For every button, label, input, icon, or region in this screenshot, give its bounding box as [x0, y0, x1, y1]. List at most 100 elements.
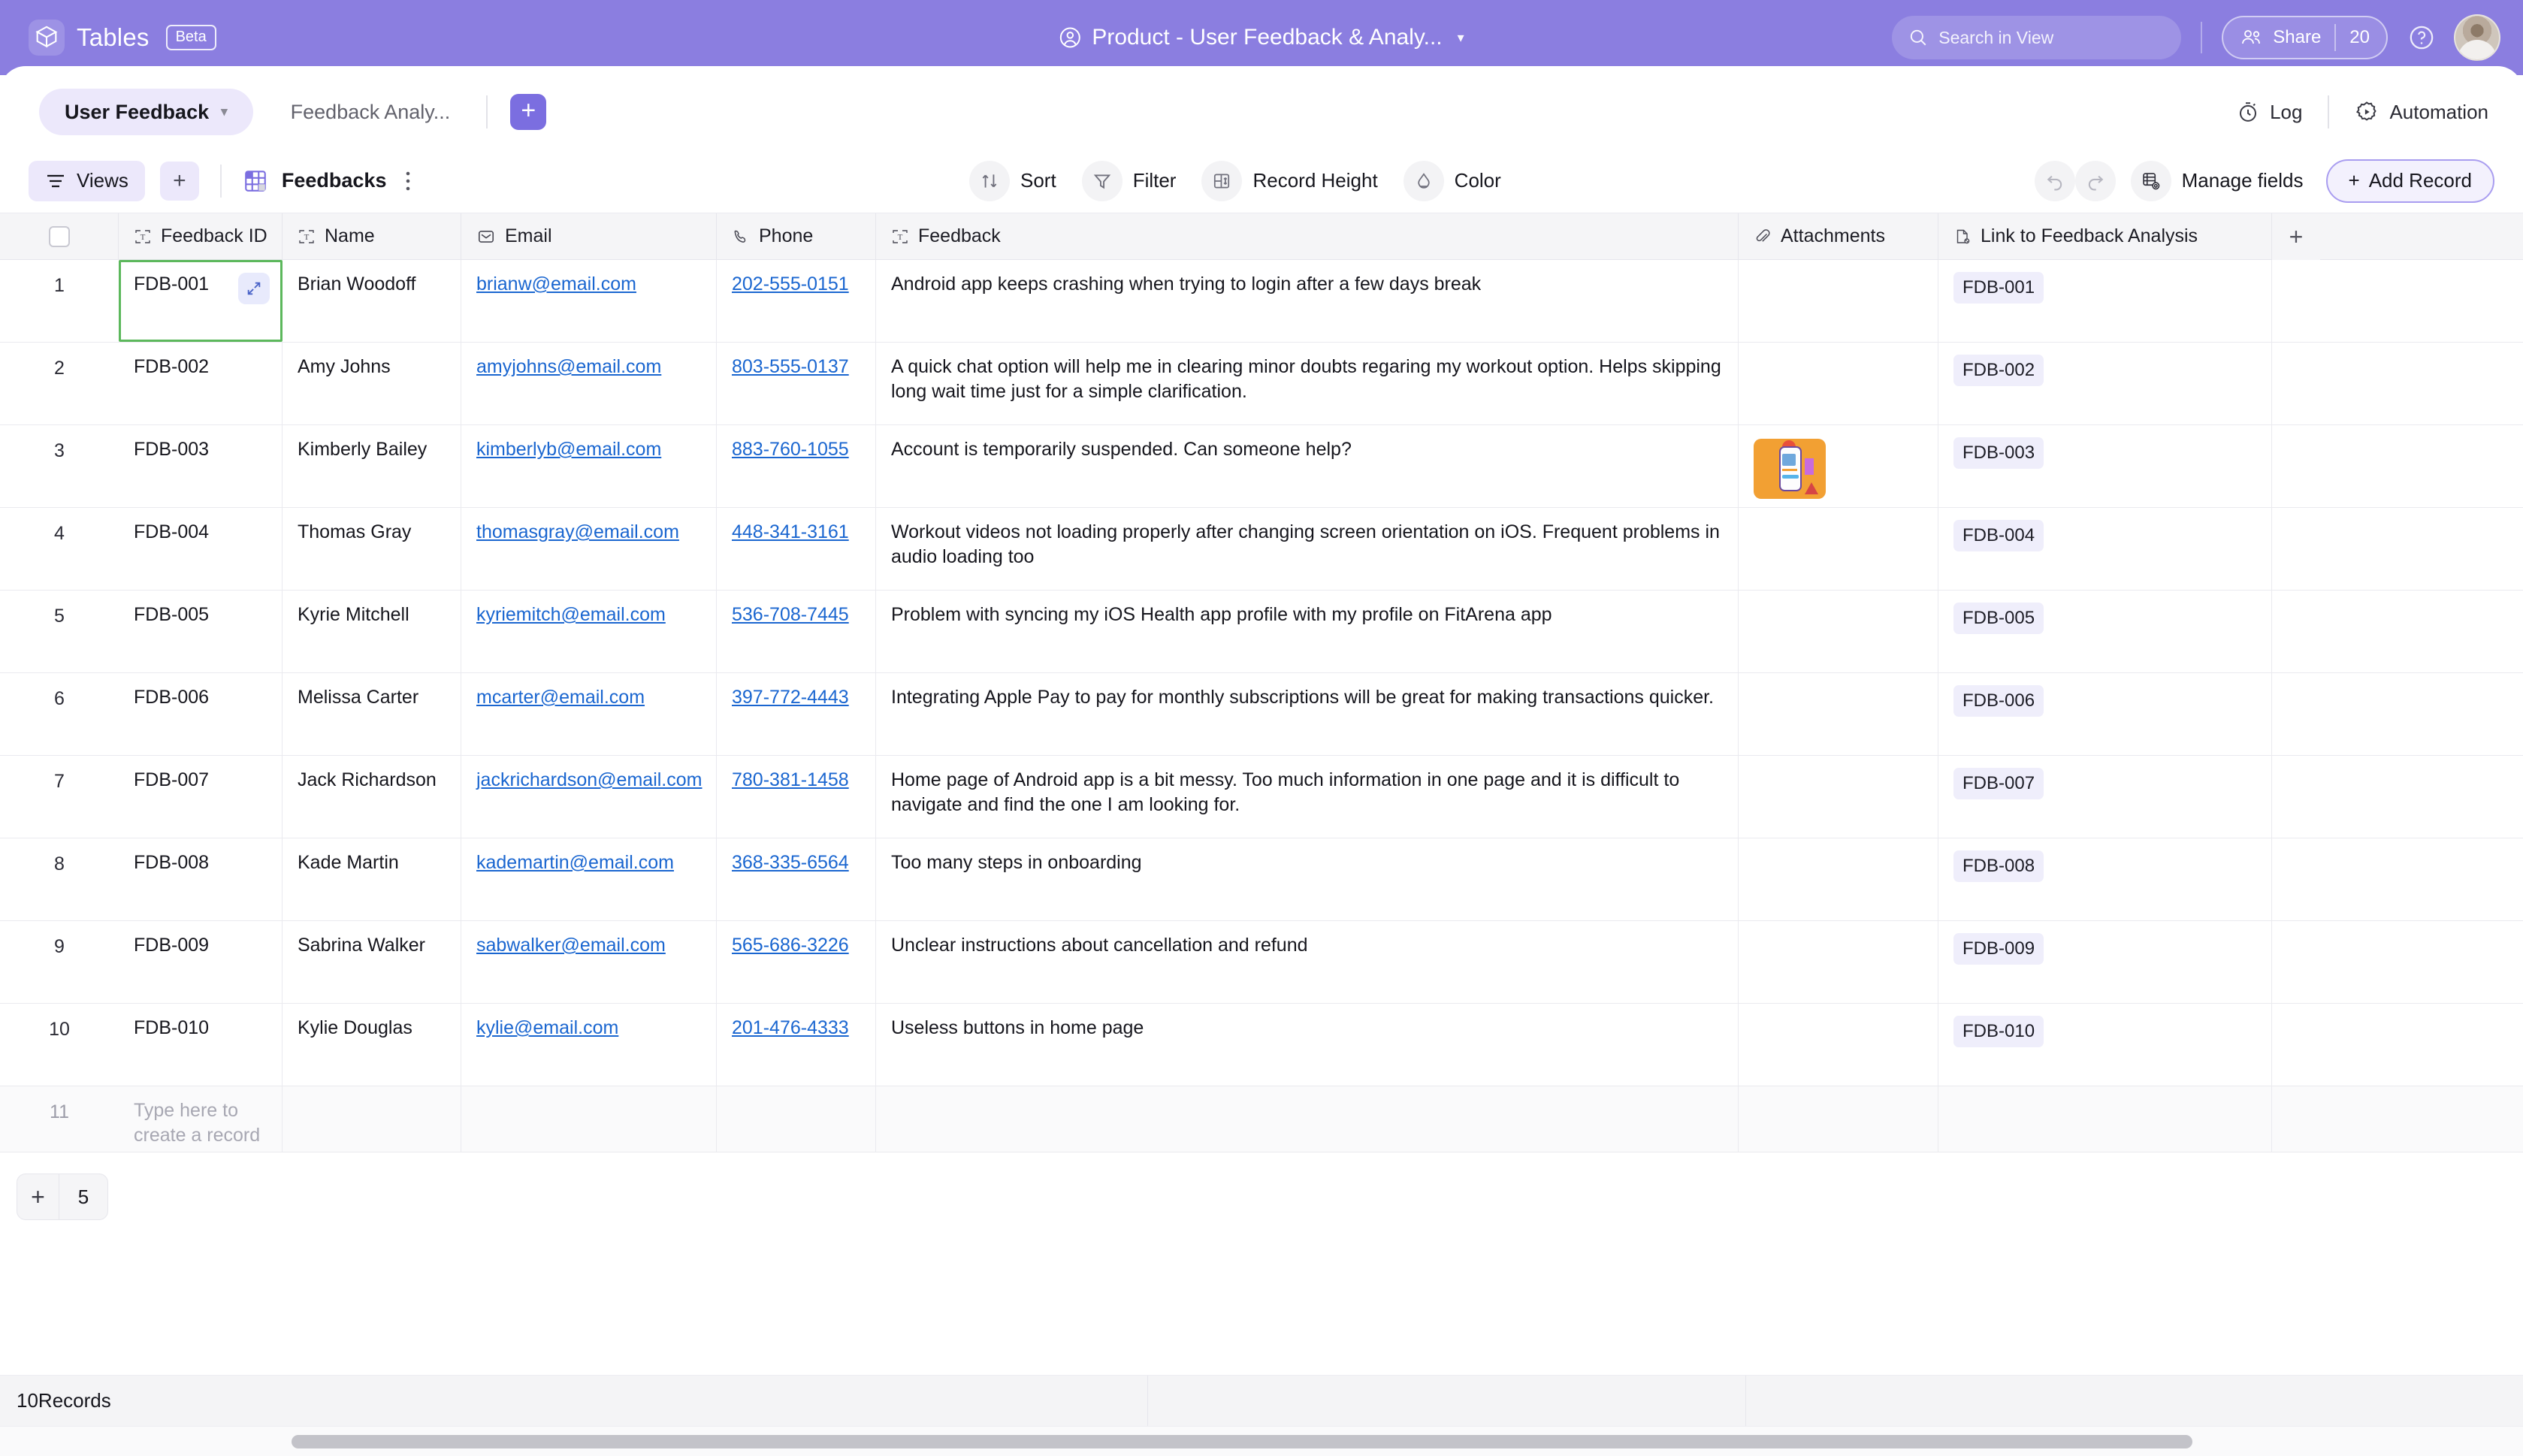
tab-feedback-analysis[interactable]: Feedback Analy...: [283, 89, 458, 135]
add-field-button[interactable]: +: [2272, 213, 2320, 260]
cell-feedback[interactable]: Problem with syncing my iOS Health app p…: [876, 591, 1739, 672]
phone-link[interactable]: 448-341-3161: [732, 521, 849, 542]
cell-feedback-id[interactable]: FDB-010: [119, 1004, 283, 1086]
column-header-link-to-feedback-analysis[interactable]: Link to Feedback Analysis: [1938, 213, 2272, 259]
cell-link[interactable]: FDB-009: [1938, 921, 2272, 1003]
table-row[interactable]: 7 FDB-007 Jack Richardson jackrichardson…: [0, 756, 2523, 838]
cell-attachments[interactable]: [1739, 425, 1938, 507]
table-name[interactable]: Feedbacks: [243, 168, 387, 194]
cell-feedback-id[interactable]: FDB-007: [119, 756, 283, 838]
column-header-feedback-id[interactable]: T Feedback ID: [119, 213, 283, 259]
chevron-down-icon[interactable]: ▾: [1458, 30, 1464, 46]
avatar[interactable]: [2454, 14, 2500, 61]
new-record-cell[interactable]: [1938, 1086, 2272, 1152]
cell-phone[interactable]: 803-555-0137: [717, 343, 876, 424]
tab-user-feedback[interactable]: User Feedback ▾: [39, 89, 253, 135]
cell-name[interactable]: Melissa Carter: [283, 673, 461, 755]
cell-email[interactable]: kyriemitch@email.com: [461, 591, 717, 672]
add-view-button[interactable]: +: [160, 162, 199, 201]
cell-name[interactable]: Kylie Douglas: [283, 1004, 461, 1086]
cell-phone[interactable]: 883-760-1055: [717, 425, 876, 507]
column-header-phone[interactable]: Phone: [717, 213, 876, 259]
cell-feedback[interactable]: Too many steps in onboarding: [876, 838, 1739, 920]
phone-link[interactable]: 536-708-7445: [732, 604, 849, 625]
cell-link[interactable]: FDB-010: [1938, 1004, 2272, 1086]
email-link[interactable]: jackrichardson@email.com: [476, 769, 702, 790]
filter-button[interactable]: Filter: [1082, 161, 1177, 201]
cell-email[interactable]: kylie@email.com: [461, 1004, 717, 1086]
cell-feedback-id[interactable]: FDB-002: [119, 343, 283, 424]
kebab-menu-icon[interactable]: [404, 169, 412, 193]
plus-icon[interactable]: +: [17, 1174, 59, 1219]
column-header-attachments[interactable]: Attachments: [1739, 213, 1938, 259]
table-row[interactable]: 8 FDB-008 Kade Martin kademartin@email.c…: [0, 838, 2523, 921]
cell-feedback[interactable]: Android app keeps crashing when trying t…: [876, 260, 1739, 342]
cell-attachments[interactable]: [1739, 508, 1938, 590]
linked-record-chip[interactable]: FDB-003: [1953, 437, 2044, 469]
cell-attachments[interactable]: [1739, 591, 1938, 672]
email-link[interactable]: sabwalker@email.com: [476, 935, 666, 956]
sort-button[interactable]: Sort: [969, 161, 1056, 201]
share-button[interactable]: Share 20: [2222, 16, 2388, 59]
chevron-down-icon[interactable]: ▾: [221, 104, 228, 119]
cell-attachments[interactable]: [1739, 260, 1938, 342]
document-title[interactable]: Product - User Feedback & Analy... ▾: [1059, 25, 1464, 50]
email-link[interactable]: kimberlyb@email.com: [476, 439, 661, 460]
email-link[interactable]: thomasgray@email.com: [476, 521, 679, 542]
phone-link[interactable]: 397-772-4443: [732, 687, 849, 708]
cell-link[interactable]: FDB-005: [1938, 591, 2272, 672]
cell-name[interactable]: Kimberly Bailey: [283, 425, 461, 507]
cell-name[interactable]: Kyrie Mitchell: [283, 591, 461, 672]
cell-link[interactable]: FDB-003: [1938, 425, 2272, 507]
cell-feedback-id[interactable]: FDB-009: [119, 921, 283, 1003]
cell-phone[interactable]: 565-686-3226: [717, 921, 876, 1003]
cell-attachments[interactable]: [1739, 673, 1938, 755]
cell-email[interactable]: mcarter@email.com: [461, 673, 717, 755]
cell-link[interactable]: FDB-001: [1938, 260, 2272, 342]
linked-record-chip[interactable]: FDB-010: [1953, 1016, 2044, 1047]
cell-link[interactable]: FDB-007: [1938, 756, 2272, 838]
cell-email[interactable]: amyjohns@email.com: [461, 343, 717, 424]
log-button[interactable]: Log: [2237, 101, 2302, 124]
cell-feedback[interactable]: Workout videos not loading properly afte…: [876, 508, 1739, 590]
undo-arrow-icon[interactable]: [2035, 161, 2075, 201]
linked-record-chip[interactable]: FDB-009: [1953, 933, 2044, 965]
phone-link[interactable]: 780-381-1458: [732, 769, 849, 790]
scrollbar-thumb[interactable]: [292, 1435, 2192, 1448]
cell-link[interactable]: FDB-002: [1938, 343, 2272, 424]
expand-record-icon[interactable]: [238, 273, 270, 304]
linked-record-chip[interactable]: FDB-007: [1953, 768, 2044, 799]
table-row[interactable]: 2 FDB-002 Amy Johns amyjohns@email.com 8…: [0, 343, 2523, 425]
cell-email[interactable]: sabwalker@email.com: [461, 921, 717, 1003]
automation-button[interactable]: Automation: [2355, 100, 2488, 124]
manage-fields-button[interactable]: Manage fields: [2131, 161, 2304, 201]
record-height-button[interactable]: Record Height: [1201, 161, 1377, 201]
new-record-cell[interactable]: [1739, 1086, 1938, 1152]
email-link[interactable]: mcarter@email.com: [476, 687, 645, 708]
cell-name[interactable]: Sabrina Walker: [283, 921, 461, 1003]
cell-email[interactable]: brianw@email.com: [461, 260, 717, 342]
cell-phone[interactable]: 448-341-3161: [717, 508, 876, 590]
phone-link[interactable]: 565-686-3226: [732, 935, 849, 956]
cell-feedback-id[interactable]: FDB-004: [119, 508, 283, 590]
table-row[interactable]: 10 FDB-010 Kylie Douglas kylie@email.com…: [0, 1004, 2523, 1086]
cell-phone[interactable]: 536-708-7445: [717, 591, 876, 672]
views-button[interactable]: Views: [29, 161, 145, 201]
table-row[interactable]: 3 FDB-003 Kimberly Bailey kimberlyb@emai…: [0, 425, 2523, 508]
cell-link[interactable]: FDB-004: [1938, 508, 2272, 590]
table-row[interactable]: 9 FDB-009 Sabrina Walker sabwalker@email…: [0, 921, 2523, 1004]
cell-feedback-id[interactable]: FDB-008: [119, 838, 283, 920]
attachment-thumbnail[interactable]: [1754, 439, 1826, 499]
table-row[interactable]: 5 FDB-005 Kyrie Mitchell kyriemitch@emai…: [0, 591, 2523, 673]
cell-attachments[interactable]: [1739, 921, 1938, 1003]
select-all-checkbox[interactable]: [0, 213, 119, 259]
linked-record-chip[interactable]: FDB-005: [1953, 603, 2044, 634]
horizontal-scrollbar[interactable]: [0, 1435, 2523, 1448]
cell-feedback[interactable]: Account is temporarily suspended. Can so…: [876, 425, 1739, 507]
cell-name[interactable]: Amy Johns: [283, 343, 461, 424]
linked-record-chip[interactable]: FDB-002: [1953, 355, 2044, 386]
table-row[interactable]: 6 FDB-006 Melissa Carter mcarter@email.c…: [0, 673, 2523, 756]
linked-record-chip[interactable]: FDB-008: [1953, 850, 2044, 882]
email-link[interactable]: kylie@email.com: [476, 1017, 618, 1038]
cell-name[interactable]: Brian Woodoff: [283, 260, 461, 342]
